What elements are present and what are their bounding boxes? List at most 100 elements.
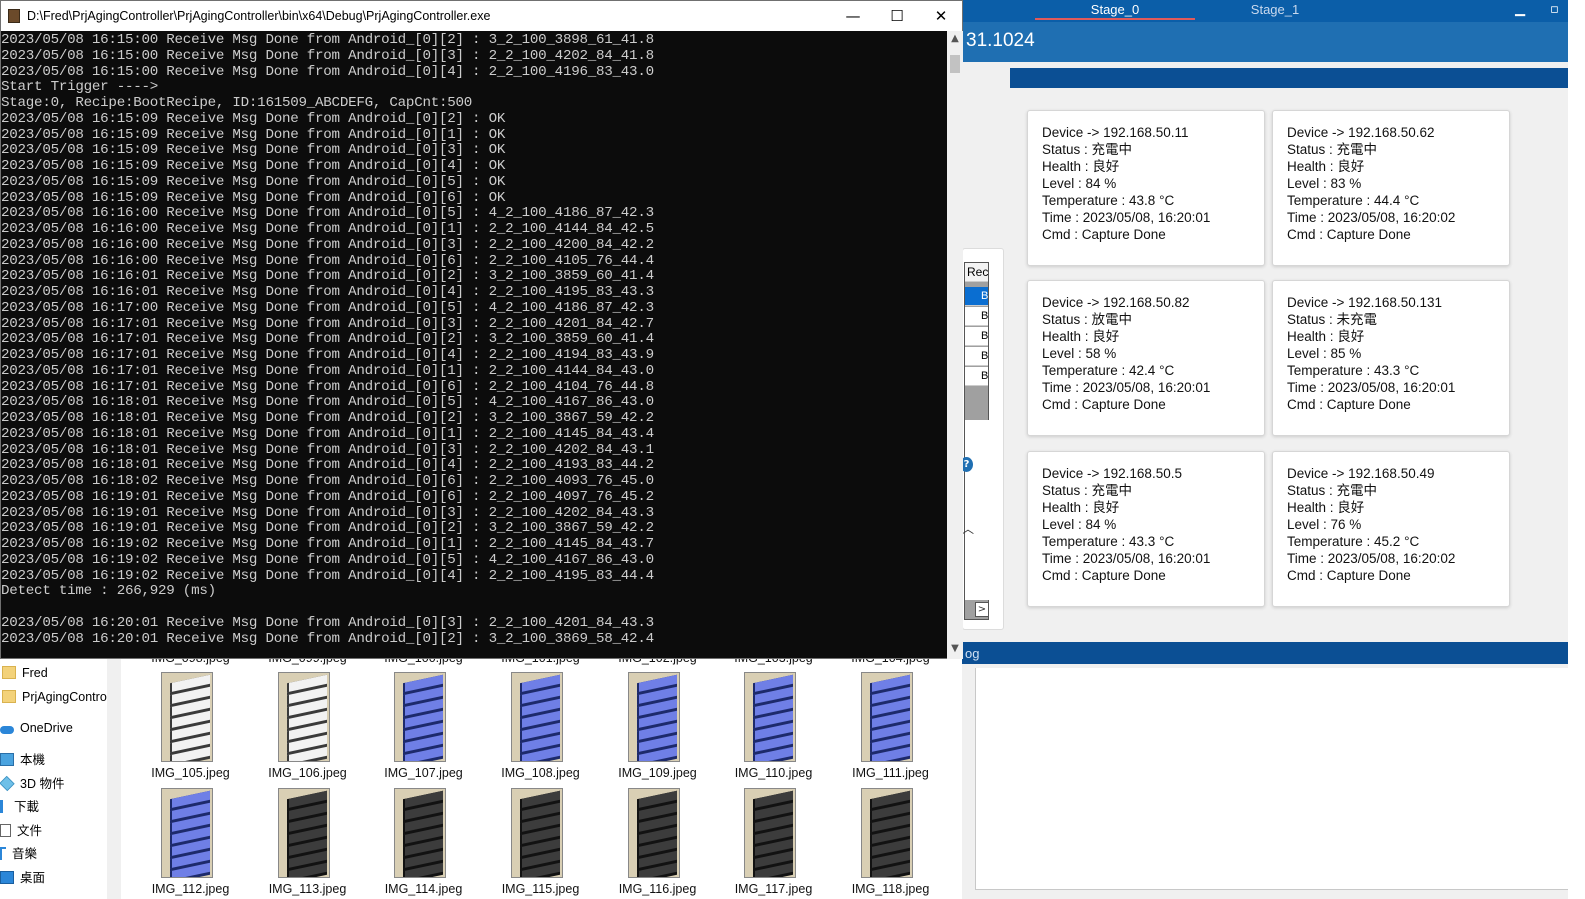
console-line: Stage:0, Recipe:BootRecipe, ID:161509_AB… bbox=[1, 95, 473, 111]
file-thumbnail[interactable]: IMG_114.jpeg bbox=[365, 788, 482, 899]
cube-icon bbox=[0, 775, 15, 792]
nav-item[interactable]: 音樂 bbox=[0, 843, 37, 865]
nav-item[interactable]: OneDrive bbox=[0, 717, 73, 739]
file-thumbnail[interactable]: IMG_105.jpeg bbox=[132, 672, 249, 787]
console-line: 2023/05/08 16:17:01 Receive Msg Done fro… bbox=[1, 378, 654, 395]
nav-item-label: Fred bbox=[22, 666, 48, 680]
console-line: 2023/05/08 16:15:00 Receive Msg Done fro… bbox=[1, 32, 654, 48]
device-level: Level : 84 % bbox=[1042, 517, 1117, 532]
file-thumbnail[interactable]: IMG_113.jpeg bbox=[249, 788, 366, 899]
file-name: IMG_112.jpeg bbox=[151, 882, 230, 896]
device-time: Time : 2023/05/08, 16:20:01 bbox=[1042, 210, 1211, 225]
device-level: Level : 58 % bbox=[1042, 346, 1117, 361]
table-row[interactable]: B bbox=[965, 287, 988, 306]
file-thumbnail[interactable]: IMG_098.jpeg bbox=[132, 657, 249, 672]
folder-icon bbox=[2, 690, 16, 703]
file-thumbnail[interactable]: IMG_110.jpeg bbox=[715, 672, 832, 787]
console-line: 2023/05/08 16:19:01 Receive Msg Done fro… bbox=[1, 504, 654, 521]
close-icon[interactable]: ✕ bbox=[918, 1, 964, 31]
console-line: 2023/05/08 16:19:02 Receive Msg Done fro… bbox=[1, 567, 654, 584]
scrollbar-thumb[interactable] bbox=[950, 55, 960, 73]
file-thumbnail[interactable]: IMG_117.jpeg bbox=[715, 788, 832, 899]
file-thumbnail[interactable]: IMG_118.jpeg bbox=[832, 788, 949, 899]
console-scrollbar[interactable]: ▲ ▼ bbox=[947, 31, 963, 659]
file-thumbnail[interactable]: IMG_100.jpeg bbox=[365, 657, 482, 672]
console-line: 2023/05/08 16:17:01 Receive Msg Done fro… bbox=[1, 362, 654, 379]
device-time: Time : 2023/05/08, 16:20:01 bbox=[1042, 380, 1211, 395]
console-line: 2023/05/08 16:20:01 Receive Msg Done fro… bbox=[1, 630, 654, 647]
device-card[interactable]: Device -> 192.168.50.131 Status : 未充電 Heal… bbox=[1272, 280, 1510, 436]
file-name: IMG_111.jpeg bbox=[852, 766, 929, 780]
file-thumbnail[interactable]: IMG_107.jpeg bbox=[365, 672, 482, 787]
file-thumbnail[interactable]: IMG_112.jpeg bbox=[132, 788, 249, 899]
nav-item[interactable]: 本機 bbox=[0, 749, 45, 771]
device-status: Status : 未充電 bbox=[1287, 312, 1378, 327]
file-explorer-window: Fred PrjAgingContro OneDrive 本機 3D 物件 下載文件音樂桌… bbox=[0, 657, 962, 899]
file-thumbnail[interactable]: IMG_103.jpeg bbox=[715, 657, 832, 672]
stage-tab-strip bbox=[1010, 68, 1568, 88]
chevron-up-icon[interactable]: ︿ bbox=[962, 520, 974, 537]
nav-item-label: 文件 bbox=[17, 824, 43, 838]
image-preview bbox=[511, 788, 563, 878]
nav-item[interactable]: 下載 bbox=[0, 796, 39, 818]
file-thumbnail[interactable]: IMG_108.jpeg bbox=[482, 672, 599, 787]
console-line: 2023/05/08 16:16:00 Receive Msg Done fro… bbox=[1, 205, 654, 222]
tab-stage-0[interactable]: Stage_0 bbox=[1035, 1, 1195, 20]
nav-item[interactable]: PrjAgingContro bbox=[2, 686, 107, 708]
file-thumbnail[interactable]: IMG_101.jpeg bbox=[482, 657, 599, 672]
console-line: 2023/05/08 16:20:01 Receive Msg Done fro… bbox=[1, 614, 654, 631]
file-thumbnail[interactable]: IMG_111.jpeg bbox=[832, 672, 949, 787]
file-thumbnail[interactable]: IMG_116.jpeg bbox=[599, 788, 716, 899]
file-thumbnail[interactable]: IMG_109.jpeg bbox=[599, 672, 716, 787]
chevron-right-icon[interactable]: > bbox=[975, 602, 989, 617]
file-thumbnail[interactable]: IMG_104.jpeg bbox=[832, 657, 949, 672]
file-name: IMG_113.jpeg bbox=[268, 882, 347, 896]
device-health: Health : 良好 bbox=[1287, 159, 1365, 174]
explorer-nav-pane: Fred PrjAgingContro OneDrive 本機 3D 物件 下載文件音樂桌… bbox=[0, 657, 107, 899]
file-name: IMG_105.jpeg bbox=[151, 766, 230, 780]
file-name: IMG_115.jpeg bbox=[501, 882, 580, 896]
image-preview bbox=[861, 788, 913, 878]
console-line: 2023/05/08 16:19:01 Receive Msg Done fro… bbox=[1, 520, 654, 537]
console-line: 2023/05/08 16:17:01 Receive Msg Done fro… bbox=[1, 347, 654, 363]
console-line: 2023/05/08 16:18:01 Receive Msg Done fro… bbox=[1, 441, 654, 458]
file-thumbnail[interactable]: IMG_106.jpeg bbox=[249, 672, 366, 787]
nav-item[interactable]: 桌面 bbox=[0, 867, 45, 889]
file-name: IMG_106.jpeg bbox=[268, 766, 347, 780]
nav-item-label: 音樂 bbox=[12, 847, 38, 861]
table-row[interactable]: B bbox=[965, 367, 988, 386]
table-row[interactable]: B bbox=[965, 347, 988, 366]
device-cmd: Cmd : Capture Done bbox=[1042, 568, 1166, 583]
tab-stage-1[interactable]: Stage_1 bbox=[1195, 1, 1355, 20]
log-area bbox=[975, 668, 1568, 890]
minimize-icon[interactable]: ▁ bbox=[1515, 2, 1525, 17]
console-line: 2023/05/08 16:18:01 Receive Msg Done fro… bbox=[1, 457, 654, 474]
device-card[interactable]: Device -> 192.168.50.49 Status : 充電中 Healt… bbox=[1272, 451, 1510, 607]
nav-item[interactable]: 文件 bbox=[0, 820, 42, 842]
file-thumbnail[interactable]: IMG_099.jpeg bbox=[249, 657, 366, 672]
table-row[interactable]: B bbox=[965, 327, 988, 346]
minimize-icon[interactable]: — bbox=[830, 1, 876, 31]
scroll-up-arrow-icon[interactable]: ▲ bbox=[947, 33, 963, 44]
file-thumbnail[interactable]: IMG_115.jpeg bbox=[482, 788, 599, 899]
device-card[interactable]: Device -> 192.168.50.5 Status : 充電中 Health… bbox=[1027, 451, 1265, 607]
file-thumbnail[interactable]: IMG_102.jpeg bbox=[599, 657, 716, 672]
device-level: Level : 84 % bbox=[1042, 176, 1117, 191]
maximize-icon[interactable]: ☐ bbox=[874, 1, 920, 31]
document-icon bbox=[0, 824, 11, 837]
maximize-icon[interactable]: ▫ bbox=[1550, 2, 1559, 17]
console-output[interactable]: 2023/05/08 16:15:00 Receive Msg Done fro… bbox=[1, 31, 947, 659]
app-icon bbox=[8, 9, 20, 23]
nav-scrollbar[interactable] bbox=[107, 657, 121, 899]
nav-item[interactable]: Fred bbox=[2, 662, 48, 684]
nav-item[interactable]: 3D 物件 bbox=[0, 773, 64, 795]
device-card[interactable]: Device -> 192.168.50.62 Status : 充電中 Healt… bbox=[1272, 110, 1510, 266]
device-cmd: Cmd : Capture Done bbox=[1287, 227, 1411, 242]
device-card[interactable]: Device -> 192.168.50.82 Status : 放電中 Healt… bbox=[1027, 280, 1265, 436]
device-cmd: Cmd : Capture Done bbox=[1042, 227, 1166, 242]
scroll-down-arrow-icon[interactable]: ▼ bbox=[947, 643, 963, 654]
device-cmd: Cmd : Capture Done bbox=[1287, 397, 1411, 412]
console-title: D:\Fred\PrjAgingController\PrjAgingContr… bbox=[27, 9, 491, 23]
table-row[interactable]: B bbox=[965, 307, 988, 326]
device-card[interactable]: Device -> 192.168.50.11 Status : 充電中 Healt… bbox=[1027, 110, 1265, 266]
